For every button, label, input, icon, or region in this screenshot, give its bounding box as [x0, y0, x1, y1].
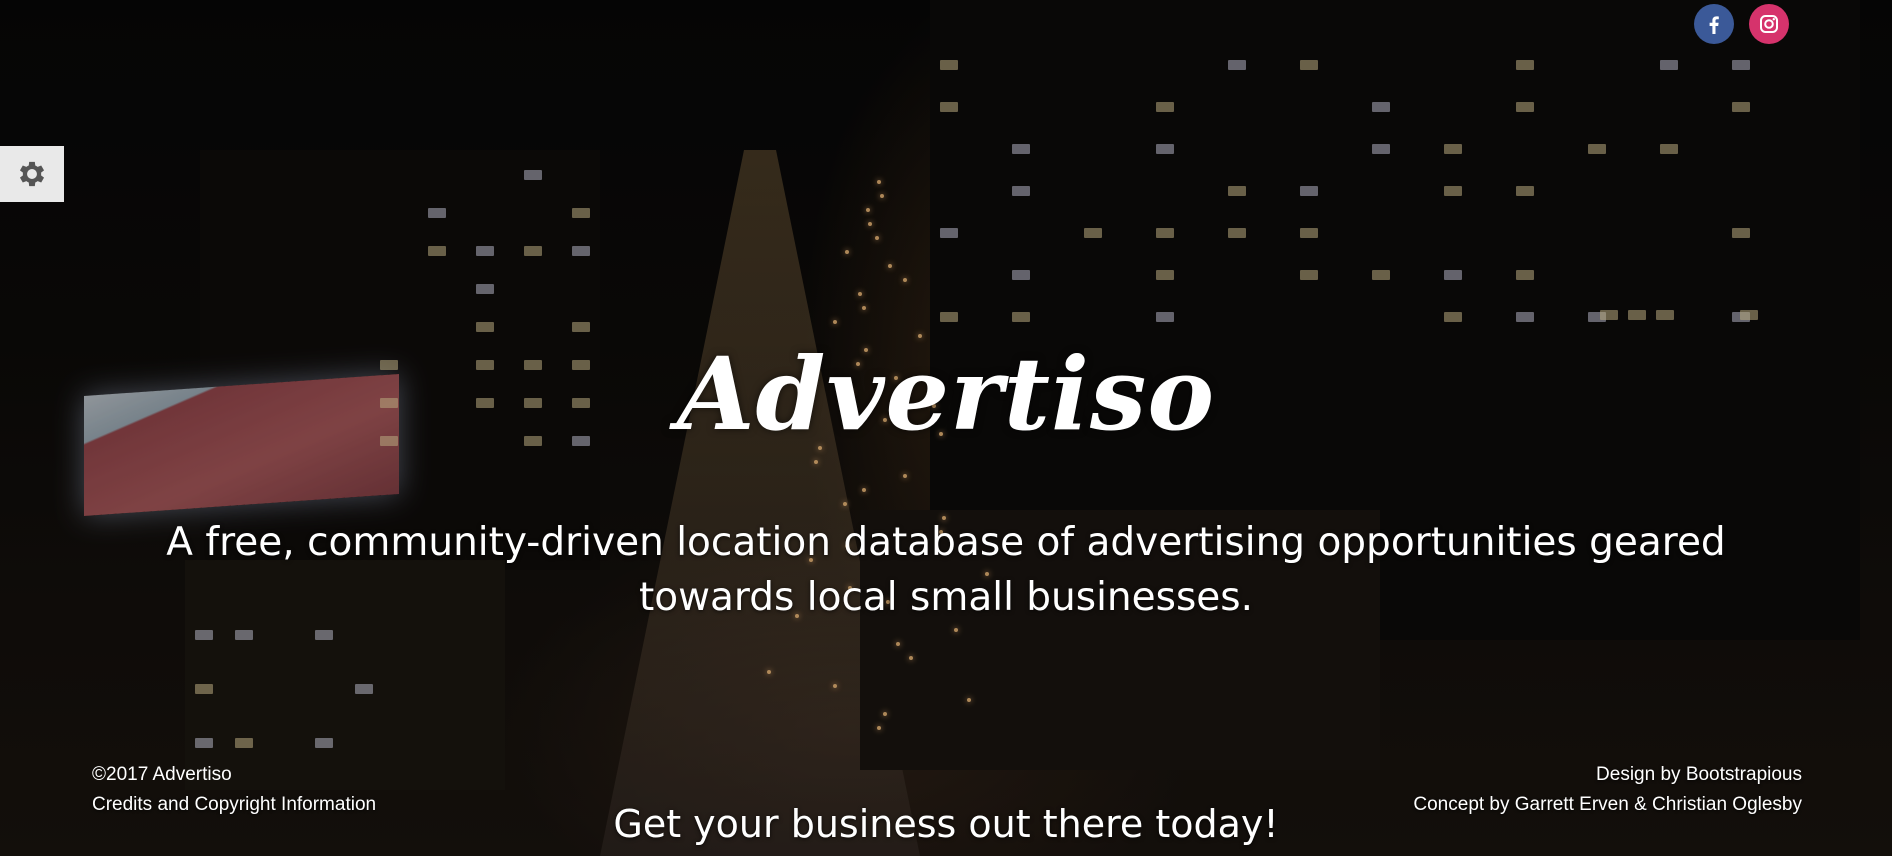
site-logo: Advertiso: [676, 335, 1216, 453]
credits-link[interactable]: Credits and Copyright Information: [92, 790, 376, 820]
instagram-icon: [1760, 15, 1778, 33]
facebook-button[interactable]: [1694, 4, 1734, 44]
footer-left: ©2017 Advertiso Credits and Copyright In…: [92, 760, 376, 820]
instagram-button[interactable]: [1749, 4, 1789, 44]
concept-credit: Concept by Garrett Erven & Christian Ogl…: [1413, 794, 1802, 815]
hero-tagline: A free, community-driven location databa…: [166, 520, 1726, 620]
gear-icon: [19, 161, 45, 187]
facebook-icon: [1709, 16, 1719, 34]
copyright-text: ©2017 Advertiso: [92, 764, 232, 785]
settings-toggle-button[interactable]: [0, 146, 64, 202]
footer-right: Design by Bootstrapious Concept by Garre…: [1413, 760, 1802, 820]
design-credit: Design by Bootstrapious: [1596, 764, 1802, 785]
social-links: [1694, 4, 1789, 44]
